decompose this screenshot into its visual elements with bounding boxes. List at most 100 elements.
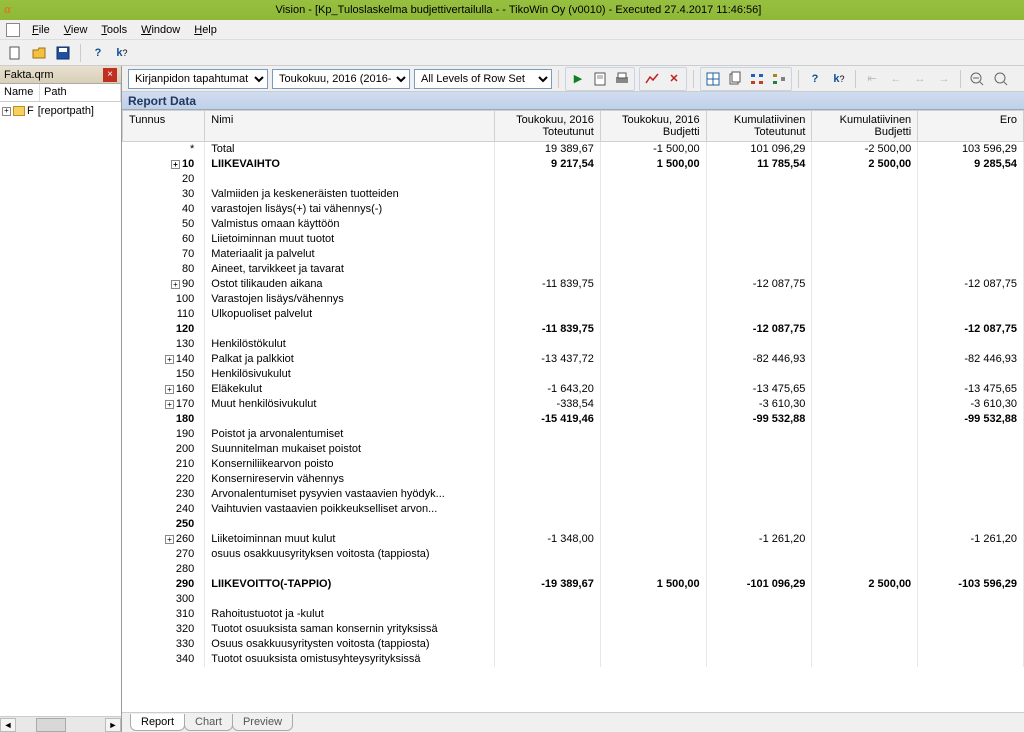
col-4[interactable]: KumulatiivinenBudjetti (812, 111, 918, 142)
sidebar-header: Fakta.qrm × (0, 66, 121, 84)
cell-value (918, 637, 1024, 652)
table-row[interactable]: 210 Konserniliikearvon poisto (123, 457, 1024, 472)
menu-file[interactable]: File (26, 22, 56, 38)
col-nimi[interactable]: Nimi (205, 111, 495, 142)
zoom-out-icon[interactable] (967, 69, 987, 89)
filter2-icon[interactable] (769, 69, 789, 89)
table-row[interactable]: +260Liiketoiminnan muut kulut-1 348,00-1… (123, 532, 1024, 547)
close-icon[interactable]: × (103, 68, 117, 82)
cell-tunnus: 270 (123, 547, 205, 562)
nav-first-icon[interactable]: ⇤ (862, 69, 882, 89)
table-row[interactable]: 330 Osuus osakkuusyritysten voitosta (ta… (123, 637, 1024, 652)
table-row[interactable]: 220 Konsernireservin vähennys (123, 472, 1024, 487)
col-3[interactable]: KumulatiivinenToteutunut (706, 111, 812, 142)
table-row[interactable]: 80 Aineet, tarvikkeet ja tavarat (123, 262, 1024, 277)
table-row[interactable]: *Total19 389,67-1 500,00101 096,29-2 500… (123, 142, 1024, 157)
tree-body[interactable]: + F [reportpath] (0, 102, 121, 716)
menu-help[interactable]: Help (188, 22, 223, 38)
chart-icon[interactable] (642, 69, 662, 89)
help2-icon[interactable]: ? (805, 69, 825, 89)
table-row[interactable]: 150 Henkilösivukulut (123, 367, 1024, 382)
menu-window[interactable]: Window (135, 22, 186, 38)
table-row[interactable]: 250 (123, 517, 1024, 532)
combo-levels[interactable]: All Levels of Row Set (414, 69, 552, 89)
table-row[interactable]: 310Rahoitustuotot ja -kulut (123, 607, 1024, 622)
cell-value (812, 367, 918, 382)
table-row[interactable]: 30Valmiiden ja keskeneräisten tuotteiden (123, 187, 1024, 202)
col-path[interactable]: Path (40, 84, 121, 101)
menu-tools[interactable]: Tools (95, 22, 133, 38)
table-row[interactable]: +170 Muut henkilösivukulut-338,54-3 610,… (123, 397, 1024, 412)
table-row[interactable]: 60Liietoiminnan muut tuotot (123, 232, 1024, 247)
table-row[interactable]: 190Poistot ja arvonalentumiset (123, 427, 1024, 442)
col-1[interactable]: Toukokuu, 2016Toteutunut (495, 111, 601, 142)
print-setup-icon[interactable] (590, 69, 610, 89)
table-row[interactable]: +90 Ostot tilikauden aikana-11 839,75-12… (123, 277, 1024, 292)
delete-icon[interactable]: ✕ (664, 69, 684, 89)
tab-report[interactable]: Report (130, 714, 185, 731)
scroll-thumb[interactable] (36, 718, 66, 732)
table-row[interactable]: 320 Tuotot osuuksista saman konsernin yr… (123, 622, 1024, 637)
filter1-icon[interactable] (747, 69, 767, 89)
table-row[interactable]: 180-15 419,46-99 532,88-99 532,88 (123, 412, 1024, 427)
grid[interactable]: Tunnus Nimi Toukokuu, 2016Toteutunut Tou… (122, 110, 1024, 712)
table-row[interactable]: 70Materiaalit ja palvelut (123, 247, 1024, 262)
combo-period[interactable]: Toukokuu, 2016 (2016-01, (272, 69, 410, 89)
table-row[interactable]: 270osuus osakkuusyrityksen voitosta (tap… (123, 547, 1024, 562)
col-name[interactable]: Name (0, 84, 40, 101)
cell-value: -11 839,75 (495, 277, 601, 292)
cell-value (812, 457, 918, 472)
cell-value (812, 652, 918, 667)
table-row[interactable]: 230 Arvonalentumiset pysyvien vastaavien… (123, 487, 1024, 502)
open-icon[interactable] (30, 44, 48, 62)
expand-icon[interactable]: + (165, 385, 174, 394)
table-row[interactable]: 300 (123, 592, 1024, 607)
copy-icon[interactable] (725, 69, 745, 89)
expand-icon[interactable]: + (165, 400, 174, 409)
table-row[interactable]: 50Valmistus omaan käyttöön (123, 217, 1024, 232)
col-5[interactable]: Ero (918, 111, 1024, 142)
expand-icon[interactable]: + (165, 355, 174, 364)
table-row[interactable]: 200 Suunnitelman mukaiset poistot (123, 442, 1024, 457)
expand-icon[interactable]: + (165, 535, 174, 544)
nav-prev-icon[interactable]: ← (886, 69, 906, 89)
help-icon[interactable]: ? (89, 44, 107, 62)
table-row[interactable]: 290LIIKEVOITTO(-TAPPIO)-19 389,671 500,0… (123, 577, 1024, 592)
tree-row[interactable]: + F [reportpath] (2, 104, 119, 118)
menu-view[interactable]: View (58, 22, 94, 38)
combo-source[interactable]: Kirjanpidon tapahtumat (Tili) (128, 69, 268, 89)
grid-icon[interactable] (703, 69, 723, 89)
sidebar-scrollbar[interactable]: ◄ ► (0, 716, 121, 732)
table-row[interactable]: 130Henkilöstökulut (123, 337, 1024, 352)
nav-last-icon[interactable]: → (934, 69, 954, 89)
whatsthis-icon[interactable]: k? (113, 44, 131, 62)
table-row[interactable]: 20 (123, 172, 1024, 187)
zoom-in-icon[interactable] (991, 69, 1011, 89)
expand-icon[interactable]: + (2, 107, 11, 116)
expand-icon[interactable]: + (171, 280, 180, 289)
expand-icon[interactable]: + (171, 160, 180, 169)
run-icon[interactable]: ▶ (568, 69, 588, 89)
save-icon[interactable] (54, 44, 72, 62)
table-row[interactable]: +10LIIKEVAIHTO9 217,541 500,0011 785,542… (123, 157, 1024, 172)
tab-preview[interactable]: Preview (232, 714, 293, 731)
cell-tunnus: 310 (123, 607, 205, 622)
col-tunnus[interactable]: Tunnus (123, 111, 205, 142)
table-row[interactable]: 240 Vaihtuvien vastaavien poikkeuksellis… (123, 502, 1024, 517)
table-row[interactable]: +160 Eläkekulut-1 643,20-13 475,65-13 47… (123, 382, 1024, 397)
scroll-right-icon[interactable]: ► (105, 718, 121, 732)
table-row[interactable]: 110 Ulkopuoliset palvelut (123, 307, 1024, 322)
nav-next-icon[interactable]: ↔ (910, 69, 930, 89)
table-row[interactable]: +140 Palkat ja palkkiot-13 437,72-82 446… (123, 352, 1024, 367)
table-row[interactable]: 40 varastojen lisäys(+) tai vähennys(-) (123, 202, 1024, 217)
table-row[interactable]: 340 Tuotot osuuksista omistusyhteysyrity… (123, 652, 1024, 667)
table-row[interactable]: 100 Varastojen lisäys/vähennys (123, 292, 1024, 307)
print-icon[interactable] (612, 69, 632, 89)
scroll-left-icon[interactable]: ◄ (0, 718, 16, 732)
tab-chart[interactable]: Chart (184, 714, 233, 731)
whatsthis2-icon[interactable]: k? (829, 69, 849, 89)
new-icon[interactable] (6, 44, 24, 62)
table-row[interactable]: 120-11 839,75-12 087,75-12 087,75 (123, 322, 1024, 337)
col-2[interactable]: Toukokuu, 2016Budjetti (600, 111, 706, 142)
table-row[interactable]: 280 (123, 562, 1024, 577)
